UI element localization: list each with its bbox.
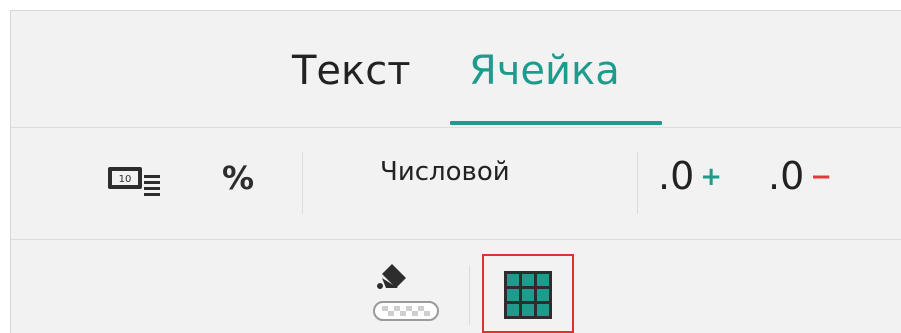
decimal-digits: .0 — [658, 154, 695, 198]
fill-color-button[interactable] — [368, 262, 442, 326]
fill-color-icon — [373, 264, 439, 321]
cell-borders-icon — [504, 271, 552, 319]
tab-text[interactable]: Текст — [292, 47, 411, 95]
currency-format-icon: 10 — [108, 167, 160, 196]
separator — [302, 152, 303, 214]
increase-decimal-button[interactable]: .0 + — [658, 154, 722, 199]
separator — [469, 265, 470, 325]
cell-borders-button[interactable] — [503, 270, 553, 320]
number-format-select[interactable]: Числовой — [380, 157, 510, 187]
currency-format-button[interactable]: 10 — [104, 161, 164, 201]
active-tab-indicator — [450, 121, 662, 125]
decrease-decimal-button[interactable]: .0− — [768, 154, 832, 199]
separator — [637, 152, 638, 214]
plus-sign: + — [700, 162, 723, 192]
svg-text:10: 10 — [119, 174, 132, 185]
percent-label: % — [222, 159, 255, 197]
minus-sign: − — [810, 162, 833, 192]
tab-cell[interactable]: Ячейка — [469, 47, 620, 95]
percent-format-button[interactable]: % — [222, 159, 254, 197]
decimal-digits: .0 — [768, 154, 805, 198]
tab-bar: Текст Ячейка — [11, 11, 901, 128]
